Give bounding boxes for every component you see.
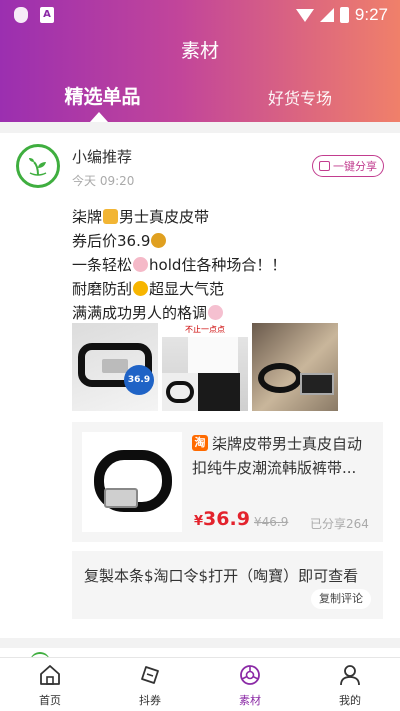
post-text-line: 柒牌 男士真皮皮带 — [72, 205, 209, 229]
app-notification-icon: A — [40, 7, 54, 23]
nav-material[interactable]: 素材 — [200, 658, 300, 711]
share-icon — [319, 161, 330, 171]
photo-caption: 不止一点点 — [162, 323, 248, 337]
avatar[interactable] — [16, 144, 60, 188]
price-value: 36.9 — [203, 508, 250, 530]
post-text: hold住各种场合！！ — [149, 256, 287, 274]
coupon-emoji-icon — [103, 209, 119, 224]
app-header: A 9:27 素材 精选单品 好货专场 — [0, 0, 400, 122]
post-text-line: 券后价36.9 — [72, 229, 167, 253]
post-text-line: 耐磨防刮 超显大气范 — [72, 277, 224, 301]
share-button[interactable]: 一键分享 — [312, 155, 384, 177]
profile-icon — [340, 665, 360, 686]
tab-featured-items[interactable]: 精选单品 — [55, 82, 150, 109]
post-text: 满满成功男人的格调 — [72, 304, 208, 322]
signal-icon — [319, 8, 334, 22]
wifi-icon — [295, 8, 314, 22]
product-title: 柒牌皮带男士真皮自动扣纯牛皮潮流韩版裤带... — [192, 435, 363, 477]
share-count: 已分享264 — [310, 517, 369, 531]
bottom-nav: 首页 抖券 素材 我的 — [0, 657, 400, 711]
post-text: 男士真皮皮带 — [119, 208, 210, 226]
price-currency: ¥ — [194, 514, 204, 529]
coupon-icon — [141, 666, 159, 684]
status-bar: A 9:27 — [0, 0, 400, 30]
post-text: 耐磨防刮 — [72, 280, 133, 298]
post-text-line: 满满成功男人的格调 — [72, 301, 224, 325]
nav-profile[interactable]: 我的 — [300, 658, 400, 711]
money-bag-emoji-icon — [151, 233, 167, 248]
product-price: ¥36.9 — [194, 508, 250, 530]
tao-password-text[interactable]: 复製本条$淘口令$打开（啕寶）即可查看 — [84, 565, 358, 586]
share-button-label: 一键分享 — [333, 160, 377, 173]
tab-indicator — [90, 112, 108, 122]
price-badge: 36.9 — [124, 365, 154, 395]
post-time: 今天 09:20 — [72, 174, 135, 188]
copy-comment-button[interactable]: 复制评论 — [311, 589, 371, 609]
product-card[interactable]: 淘 柒牌皮带男士真皮自动扣纯牛皮潮流韩版裤带... ¥36.9 ¥46.9 已分… — [72, 422, 383, 542]
product-image — [82, 432, 182, 532]
shield-icon — [14, 7, 28, 23]
belt-photo-3[interactable] — [252, 323, 338, 411]
belt-photo-2[interactable]: 不止一点点 — [162, 323, 248, 411]
nav-home[interactable]: 首页 — [0, 658, 100, 711]
heart-emoji-icon — [133, 281, 149, 296]
post-text-line: 一条轻松 hold住各种场合！！ — [72, 253, 286, 277]
nav-label: 抖券 — [139, 694, 161, 707]
original-price: ¥46.9 — [254, 515, 289, 529]
post-text: 超显大气范 — [149, 280, 225, 298]
copy-box: 复製本条$淘口令$打开（啕寶）即可查看 复制评论 — [72, 551, 383, 619]
belt-photo-1[interactable]: 36.9 — [72, 323, 158, 411]
page-title: 素材 — [180, 40, 219, 62]
status-time: 9:27 — [354, 5, 388, 24]
nav-label: 我的 — [339, 694, 361, 707]
post-author: 小编推荐 — [72, 148, 133, 166]
fist-emoji-icon — [133, 257, 149, 272]
home-icon — [40, 665, 60, 685]
clap-emoji-icon — [208, 305, 224, 320]
sprout-icon — [29, 158, 47, 176]
tab-good-deals[interactable]: 好货专场 — [255, 85, 345, 109]
nav-coupon[interactable]: 抖券 — [100, 658, 200, 711]
material-icon — [240, 665, 260, 685]
battery-icon — [339, 7, 349, 23]
post-text: 一条轻松 — [72, 256, 133, 274]
post-text: 券后价36.9 — [72, 232, 151, 250]
nav-label: 首页 — [39, 694, 61, 707]
nav-label: 素材 — [239, 694, 261, 707]
post-text: 柒牌 — [72, 208, 103, 226]
